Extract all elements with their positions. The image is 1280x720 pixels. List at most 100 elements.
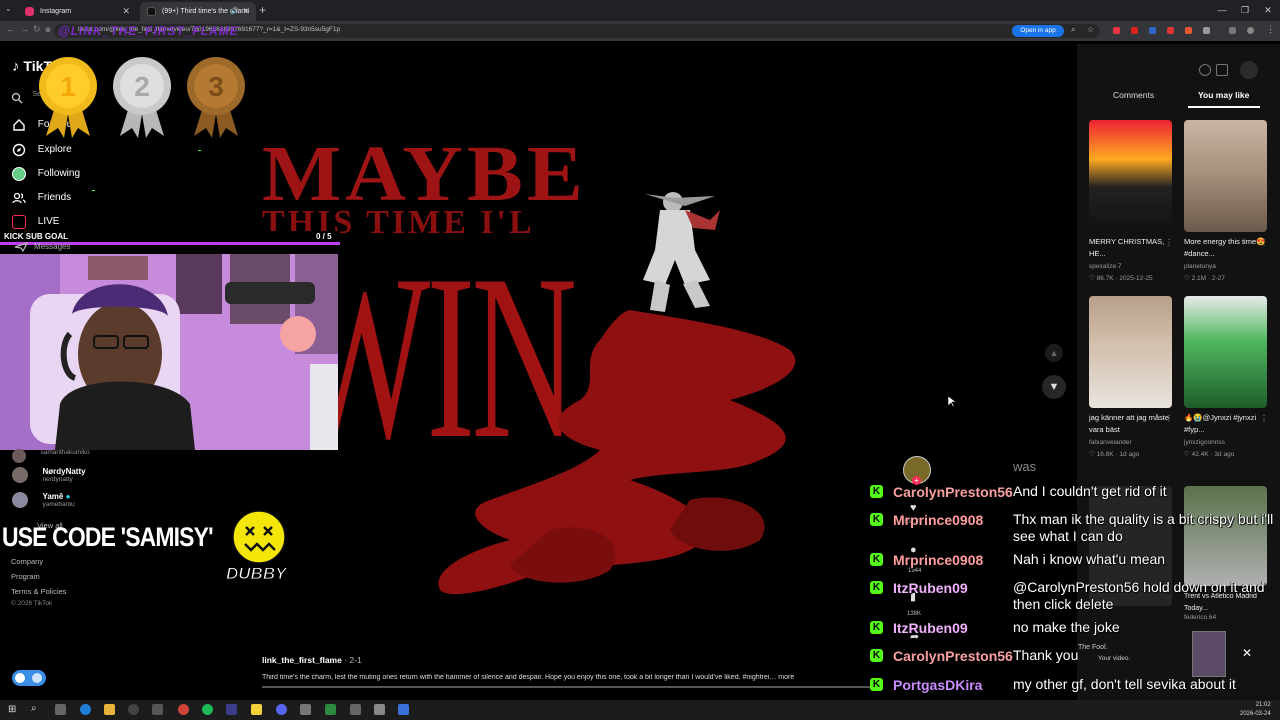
recommendation-meta: ♡ 42.4K · 3d ago (1184, 451, 1235, 458)
extension-icon[interactable] (1149, 27, 1156, 34)
more-options-icon[interactable]: ⋮ (1165, 238, 1173, 247)
tab-search-icon[interactable]: ⌄ (5, 4, 12, 13)
recommendation-title[interactable]: More energy this time😍 #dance... (1184, 236, 1266, 260)
compass-icon (12, 143, 26, 157)
more-options-icon[interactable]: ⋮ (1165, 414, 1173, 423)
nav-live[interactable]: LIVE (12, 214, 59, 230)
video-progress-track[interactable] (262, 686, 882, 688)
app-icon[interactable] (152, 704, 163, 715)
recommendation-thumbnail[interactable] (1184, 120, 1267, 232)
nav-following[interactable]: Following (12, 166, 80, 182)
file-explorer-icon[interactable] (104, 704, 115, 715)
zoom-icon[interactable]: ⌕ (1071, 25, 1075, 35)
recommendation-user[interactable]: fabianvelander (1089, 439, 1132, 446)
recommendation-thumbnail[interactable] (1089, 120, 1172, 232)
reload-icon[interactable]: ↻ (33, 24, 41, 35)
recommendation-user[interactable]: jynxzigoonnss (1184, 439, 1225, 446)
recommendation-title[interactable]: 🔥😭@Jynxzi #jynxzi #fyp... (1184, 412, 1266, 436)
app-icon[interactable] (226, 704, 237, 715)
discord-icon[interactable] (276, 704, 287, 715)
nav-label: Following (37, 168, 81, 179)
previous-video-button[interactable]: ▲ (1045, 344, 1063, 362)
tab-you-may-like[interactable]: You may like (1198, 90, 1249, 100)
more-options-icon[interactable]: ⋮ (1260, 414, 1268, 423)
friend-item[interactable]: NørdyNatty nerdynatty (12, 467, 86, 485)
dubby-logo-icon (232, 510, 286, 564)
app-icon[interactable] (398, 704, 409, 715)
nav-friends[interactable]: Friends (12, 190, 71, 206)
app-icon[interactable] (350, 704, 361, 715)
maximize-button[interactable]: ❐ (1233, 0, 1257, 21)
chat-text: no make the joke (1013, 619, 1120, 635)
site-info-icon[interactable]: ⊜ (45, 26, 51, 34)
more-options-icon[interactable]: ⋮ (1260, 238, 1268, 247)
app-icon[interactable] (374, 704, 385, 715)
chat-message: K Mrprince0908 Nah i know what'u mean (870, 551, 1165, 569)
recommendation-meta: ♡ 16.8K · 1d ago (1089, 451, 1140, 458)
recommendation-title[interactable]: MERRY CHRISTMAS, HE... (1089, 236, 1171, 260)
tab-instagram[interactable]: Instagram ✕ (18, 2, 136, 21)
extension-icon[interactable] (1131, 27, 1138, 34)
downloads-icon[interactable] (1229, 27, 1236, 34)
app-icon[interactable] (300, 704, 311, 715)
close-icon[interactable]: ✕ (122, 2, 130, 21)
tab-tiktok[interactable]: (99+) Third time's the charm 🔊 ✕ (140, 2, 256, 21)
nav-label: LIVE (37, 216, 60, 227)
recommendation-user[interactable]: spexalize.7 (1089, 263, 1122, 270)
spotify-icon[interactable] (202, 704, 213, 715)
profile-avatar[interactable] (1247, 27, 1254, 34)
tab-comments[interactable]: Comments (1113, 90, 1154, 100)
extensions-puzzle-icon[interactable] (1203, 27, 1210, 34)
open-in-app-button[interactable]: Open in app (1012, 25, 1064, 37)
autoscroll-toggle[interactable] (12, 670, 46, 686)
home-icon (13, 119, 25, 131)
nav-messages[interactable]: Messages (34, 242, 70, 251)
footer-company-link[interactable]: Company (11, 557, 43, 566)
window-close-button[interactable]: ✕ (1256, 0, 1280, 21)
author-name[interactable]: link_the_first_flame (262, 655, 342, 665)
fullscreen-icon[interactable] (1216, 64, 1228, 76)
recommendation-title[interactable]: jag känner att jag måste vara bäst (1089, 412, 1171, 436)
chrome-icon[interactable] (178, 704, 189, 715)
nav-explore[interactable]: Explore (12, 142, 72, 158)
extension-icon[interactable] (1185, 27, 1192, 34)
speaker-icon[interactable]: 🔊 (230, 2, 239, 21)
recommendation-thumbnail[interactable] (1089, 296, 1172, 408)
minimize-button[interactable]: — (1210, 0, 1234, 21)
chat-username: CarolynPreston56 (893, 483, 1013, 500)
chat-message: K ItzRuben09 no make the joke (870, 619, 1120, 637)
recommendation-thumbnail[interactable] (1184, 296, 1267, 408)
extension-icon[interactable] (1113, 27, 1120, 34)
obs-icon[interactable] (128, 704, 139, 715)
app-icon[interactable] (251, 704, 262, 715)
app-icon[interactable] (325, 704, 336, 715)
saves-count: 138K (907, 611, 922, 617)
task-view-icon[interactable] (55, 704, 66, 715)
windows-start-icon[interactable]: ⊞ (8, 704, 16, 715)
friend-item[interactable]: Yamê ● yamebantu (12, 492, 75, 510)
edge-icon[interactable] (80, 704, 91, 715)
avatar (12, 492, 28, 508)
profile-avatar[interactable] (1240, 61, 1258, 79)
friend-item[interactable]: samanthakumiko (12, 449, 90, 467)
next-video-button[interactable]: ▼ (1042, 375, 1066, 399)
recommendation-user[interactable]: planetunya (1184, 263, 1216, 270)
chat-username: Mrprince0908 (893, 551, 984, 568)
settings-icon[interactable] (1199, 64, 1211, 76)
forward-icon[interactable]: → (20, 24, 29, 34)
close-icon[interactable]: ✕ (242, 2, 250, 21)
footer-terms-link[interactable]: Terms & Policies (11, 587, 66, 596)
kick-badge-icon: K (870, 513, 883, 527)
footer-program-link[interactable]: Program (11, 572, 40, 581)
clock-date: 2026-03-24 (1240, 711, 1271, 717)
friend-handle: yamebantu (42, 501, 75, 508)
back-icon[interactable]: ← (6, 24, 15, 34)
menu-kebab-icon[interactable]: ⋮ (1266, 24, 1275, 35)
video-author[interactable]: link_the_first_flame · 2-1 (262, 655, 362, 665)
kick-badge-icon: K (870, 678, 883, 692)
system-clock[interactable]: 21:02 2026-03-24 (1240, 701, 1271, 719)
new-tab-button[interactable]: + (259, 2, 266, 19)
extension-icon[interactable] (1167, 27, 1174, 34)
search-icon[interactable]: ⌕ (31, 703, 37, 714)
bookmark-star-icon[interactable]: ☆ (1087, 25, 1094, 34)
